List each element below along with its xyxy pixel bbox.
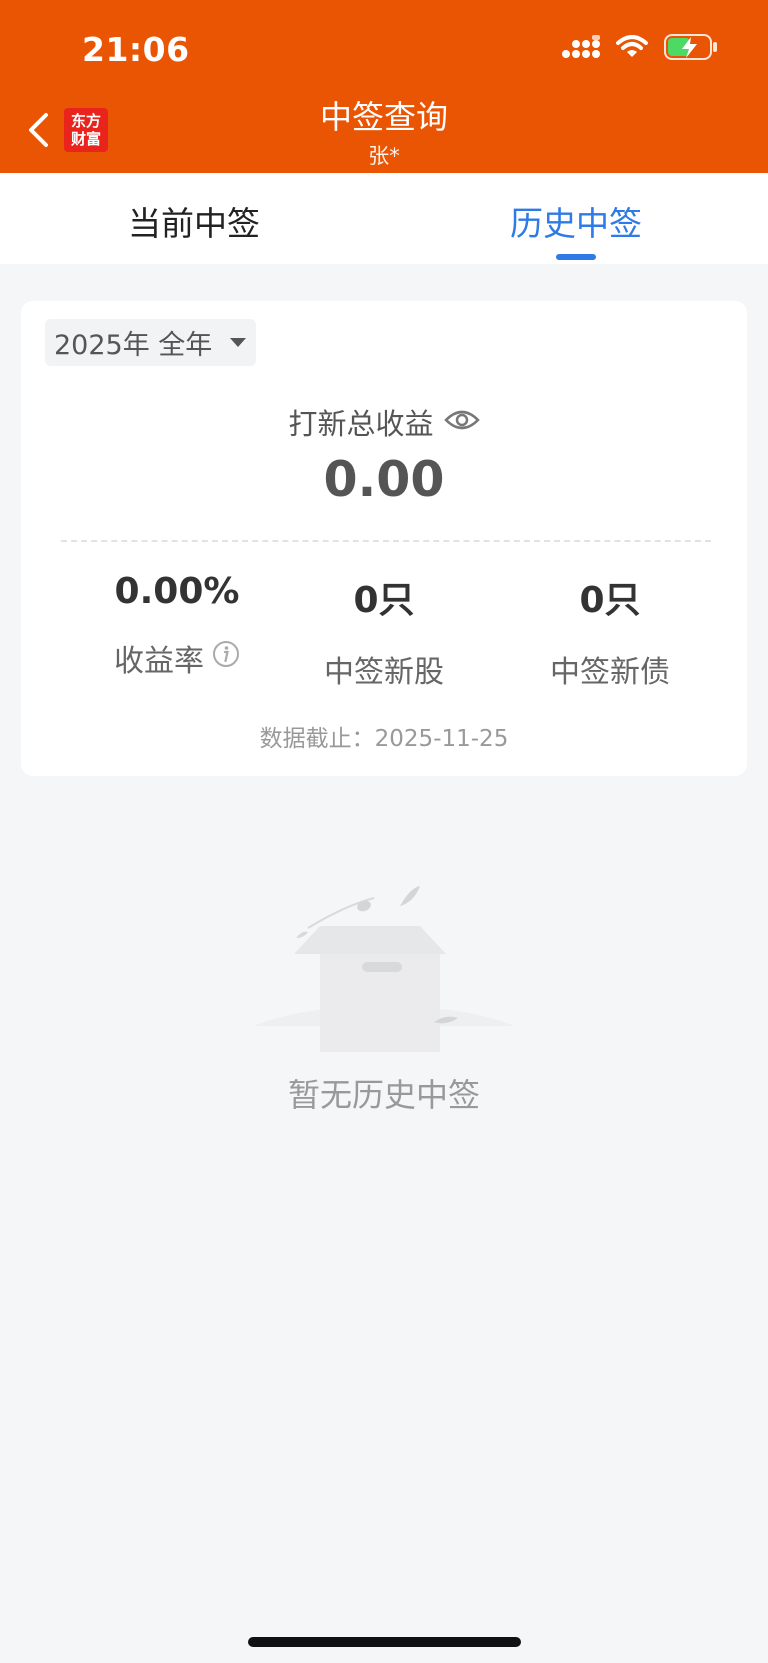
stat-new-stocks-label: 中签新股 (324, 655, 444, 690)
app-root: 21:06 东方 财富 中签查询 张* 当前中签 历史中签 2025年 全年 打… (0, 0, 768, 1663)
stat-yield-label: 收益率 (114, 644, 204, 679)
empty-state-text: 暂无历史中签 (287, 1076, 480, 1114)
header: 21:06 东方 财富 中签查询 张* (0, 0, 768, 173)
page-subtitle: 张* (368, 144, 400, 168)
year-filter-value: 2025年 全年 (54, 330, 213, 361)
tab-current[interactable]: 当前中签 (128, 197, 260, 245)
status-time: 21:06 (82, 30, 190, 69)
stat-new-bonds-label: 中签新债 (550, 655, 670, 690)
stats-row: 0.00% 收益率 0只 中签新股 0只 中签新债 (21, 571, 747, 691)
page-title: 中签查询 (319, 98, 448, 136)
battery-charging-icon (664, 34, 718, 64)
stat-new-bonds: 0只 中签新债 (490, 571, 730, 691)
stat-new-bonds-value: 0只 (579, 580, 641, 621)
total-value: 0.00 (323, 451, 445, 508)
total-label-row: 打新总收益 (21, 401, 747, 443)
cellular-signal-icon (562, 35, 600, 63)
eye-icon[interactable] (443, 405, 480, 439)
stat-new-stocks: 0只 中签新股 (264, 571, 504, 691)
caret-down-icon (230, 338, 246, 347)
total-label: 打新总收益 (288, 407, 434, 441)
stat-new-stocks-value: 0只 (353, 580, 415, 621)
tab-bar: 当前中签 历史中签 (0, 173, 768, 264)
home-indicator[interactable] (248, 1637, 521, 1647)
status-icons (562, 34, 718, 64)
wifi-icon (616, 35, 648, 63)
empty-box-illustration (224, 886, 544, 1066)
stat-yield: 0.00% 收益率 (57, 571, 297, 680)
stat-yield-value: 0.00% (114, 571, 240, 612)
dashed-divider (61, 540, 711, 542)
stat-yield-label-row: 收益率 (57, 636, 297, 680)
year-filter-select[interactable]: 2025年 全年 (45, 319, 256, 366)
active-tab-indicator (556, 254, 596, 260)
summary-card: 2025年 全年 打新总收益 0.00 0.00% 收益率 0只 中签新股 0只… (21, 301, 747, 776)
data-as-of-date: 数据截止：2025-11-25 (259, 726, 509, 752)
tab-history[interactable]: 历史中签 (510, 197, 642, 245)
info-icon[interactable] (212, 640, 240, 676)
